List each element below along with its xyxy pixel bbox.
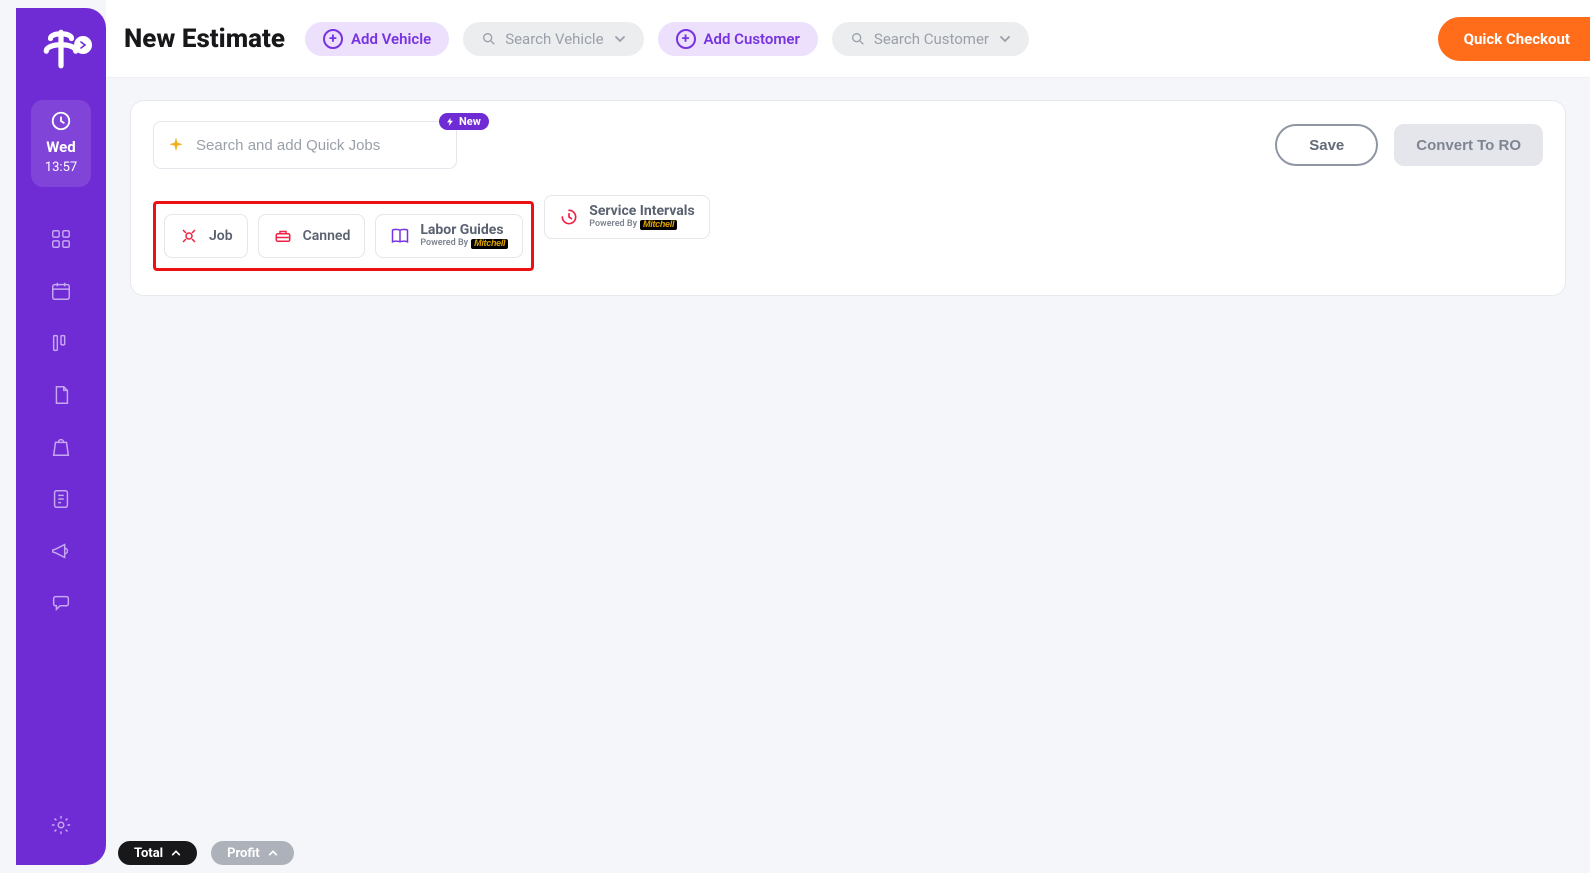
save-button[interactable]: Save [1275, 124, 1378, 166]
labor-guides-title: Labor Guides [420, 223, 503, 238]
chip-row: Job Canned Labor Guides Powered By [153, 185, 1543, 271]
search-vehicle-dropdown[interactable]: Search Vehicle [463, 22, 643, 56]
chip-labor-guides-text: Labor Guides Powered By Mitchell [420, 223, 508, 248]
add-vehicle-button[interactable]: + Add Vehicle [305, 22, 449, 56]
chip-labor-guides[interactable]: Labor Guides Powered By Mitchell [375, 214, 523, 258]
search-icon [850, 31, 866, 47]
bottom-track [106, 861, 1590, 873]
nav-board[interactable] [49, 331, 73, 355]
chip-canned-label: Canned [303, 228, 351, 244]
chip-canned[interactable]: Canned [258, 214, 366, 258]
clock-day: Wed [46, 138, 75, 156]
bottom-tabs: Total Profit [118, 841, 294, 865]
sidebar-collapse-toggle[interactable] [74, 36, 92, 54]
logo-wrap [40, 28, 82, 70]
nav-settings[interactable] [49, 813, 73, 837]
main-area: New Estimate + Add Vehicle Search Vehicl… [106, 0, 1590, 873]
nav-marketing[interactable] [49, 539, 73, 563]
tab-total-label: Total [134, 846, 163, 861]
mitchell-brand: Mitchell [640, 220, 677, 230]
chevron-down-icon [614, 33, 626, 45]
lightning-icon [445, 117, 455, 127]
search-customer-dropdown[interactable]: Search Customer [832, 22, 1029, 56]
service-intervals-sub: Powered By Mitchell [589, 220, 677, 230]
quick-jobs-input[interactable] [153, 121, 457, 169]
highlight-annotation: Job Canned Labor Guides Powered By [153, 201, 534, 271]
plus-icon: + [676, 29, 696, 49]
estimate-card: New Save Convert To RO Job [130, 100, 1566, 296]
plus-icon: + [323, 29, 343, 49]
sparkle-icon [167, 136, 185, 154]
search-icon [481, 31, 497, 47]
chip-job-label: Job [209, 228, 233, 244]
app-root: Wed 13:57 New Estimate + Add Vehicle [0, 0, 1590, 873]
tab-profit-label: Profit [227, 846, 260, 861]
add-customer-button[interactable]: + Add Customer [658, 22, 818, 56]
nav-chat[interactable] [49, 591, 73, 615]
mitchell-brand: Mitchell [471, 239, 508, 249]
sidebar-nav [49, 227, 73, 813]
card-top-row: New Save Convert To RO [153, 121, 1543, 169]
nav-calendar[interactable] [49, 279, 73, 303]
add-vehicle-label: Add Vehicle [351, 30, 431, 48]
nav-reports[interactable] [49, 487, 73, 511]
chip-job[interactable]: Job [164, 214, 248, 258]
service-intervals-title: Service Intervals [589, 204, 694, 219]
interval-icon [559, 207, 579, 227]
convert-to-ro-button[interactable]: Convert To RO [1394, 124, 1543, 166]
card-actions: Save Convert To RO [1275, 124, 1543, 166]
page-title: New Estimate [124, 24, 285, 54]
new-badge: New [439, 113, 489, 130]
topbar: New Estimate + Add Vehicle Search Vehicl… [106, 0, 1590, 78]
chip-service-intervals[interactable]: Service Intervals Powered By Mitchell [544, 195, 709, 239]
chevron-up-icon [171, 848, 181, 858]
quick-jobs-wrap [153, 121, 457, 169]
toolbox-icon [273, 226, 293, 246]
bottom-bar: Total Profit [106, 839, 1590, 873]
search-customer-label: Search Customer [874, 30, 989, 48]
tab-total[interactable]: Total [118, 841, 197, 865]
new-badge-label: New [459, 115, 481, 128]
chevron-up-icon [268, 848, 278, 858]
search-vehicle-label: Search Vehicle [505, 30, 603, 48]
chevron-down-icon [999, 33, 1011, 45]
clock-widget[interactable]: Wed 13:57 [31, 100, 91, 187]
sidebar: Wed 13:57 [16, 8, 106, 865]
tab-profit[interactable]: Profit [211, 841, 294, 865]
quick-checkout-label: Quick Checkout [1464, 30, 1570, 48]
nav-document[interactable] [49, 383, 73, 407]
content: New Save Convert To RO Job [106, 78, 1590, 873]
clock-time: 13:57 [45, 160, 77, 175]
add-customer-label: Add Customer [704, 30, 800, 48]
job-icon [179, 226, 199, 246]
nav-inventory[interactable] [49, 435, 73, 459]
clock-icon [50, 110, 72, 132]
quick-checkout-button[interactable]: Quick Checkout [1438, 17, 1590, 61]
labor-guides-sub: Powered By Mitchell [420, 239, 508, 249]
book-icon [390, 226, 410, 246]
chip-service-intervals-text: Service Intervals Powered By Mitchell [589, 204, 694, 229]
nav-dashboard[interactable] [49, 227, 73, 251]
